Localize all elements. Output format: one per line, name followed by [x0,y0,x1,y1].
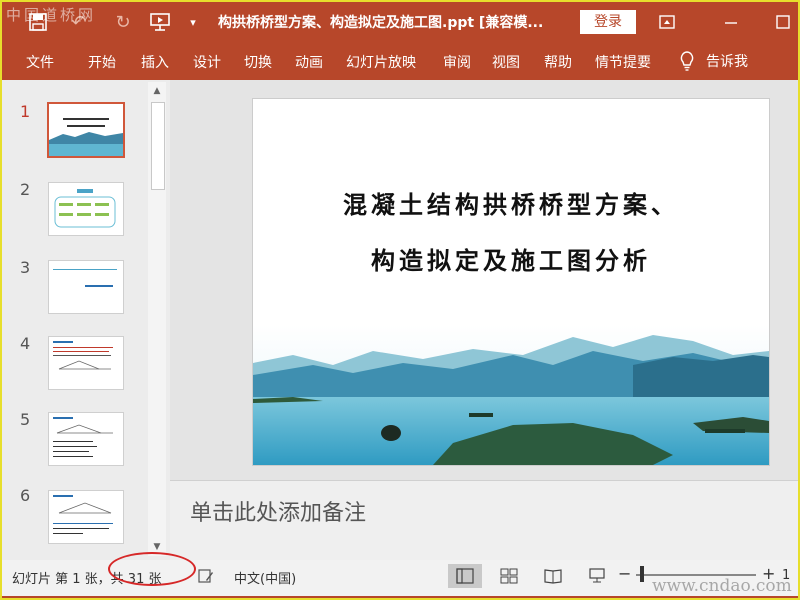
thumbnail-number: 3 [20,258,31,277]
tab-slideshow[interactable]: 幻灯片放映 [346,52,416,72]
login-button[interactable]: 登录 [580,10,636,34]
title-bar: ↶ ↻ ▾ 构拱桥桥型方案、构造拟定及施工图.ppt [兼容模... 登录 [2,2,798,42]
tell-me-search[interactable]: 告诉我 [680,50,748,72]
thumbnail-number: 2 [20,180,31,199]
ribbon-tabs: 文件 开始 插入 设计 切换 动画 幻灯片放映 审阅 视图 帮助 情节提要 告诉… [2,42,798,80]
current-slide[interactable]: 混凝土结构拱桥桥型方案、 构造拟定及施工图分析 [252,98,770,466]
reading-view-icon[interactable] [536,564,570,588]
slide-editor: 混凝土结构拱桥桥型方案、 构造拟定及施工图分析 [170,80,798,480]
tab-insert[interactable]: 插入 [141,52,169,72]
slide-sorter-view-icon[interactable] [492,564,526,588]
tab-design[interactable]: 设计 [193,52,221,72]
slide-thumbnail-4[interactable] [48,336,124,390]
present-from-start-icon[interactable] [148,12,172,32]
zoom-out-button[interactable]: − [618,564,631,583]
tab-review[interactable]: 审阅 [443,52,471,72]
slide-title-line2[interactable]: 构造拟定及施工图分析 [253,241,769,276]
tab-transitions[interactable]: 切换 [244,52,272,72]
thumbnail-number: 4 [20,334,31,353]
language-indicator[interactable]: 中文(中国) [234,568,296,587]
watermark-bottom-right: www.cndao.com [652,576,792,596]
thumbnail-number: 5 [20,410,31,429]
slide-thumbnail-5[interactable] [48,412,124,466]
minimize-icon[interactable] [724,12,738,32]
ribbon-display-options-icon[interactable] [658,12,676,32]
tab-storyboard[interactable]: 情节提要 [595,52,651,72]
slide-thumbnail-6[interactable] [48,490,124,544]
lightbulb-icon [680,51,694,71]
thumbnail-number: 1 [20,102,31,121]
scroll-up-arrow-icon[interactable]: ▲ [148,82,166,100]
slideshow-view-icon[interactable] [580,564,614,588]
thumbnail-number: 6 [20,486,31,505]
customize-quick-access-chevron-icon[interactable]: ▾ [186,12,200,32]
annotation-oval [108,552,196,586]
tell-me-label: 告诉我 [706,54,748,70]
thumbnail-scrollbar[interactable]: ▲ ▼ [148,82,166,556]
scrollbar-thumb[interactable] [151,102,165,190]
tab-help[interactable]: 帮助 [544,52,572,72]
slide-thumbnail-1[interactable] [47,102,125,158]
slide-thumbnail-2[interactable] [48,182,124,236]
normal-view-icon[interactable] [448,564,482,588]
zoom-slider-thumb[interactable] [640,566,644,582]
slide-thumbnail-3[interactable] [48,260,124,314]
tab-view[interactable]: 视图 [492,52,520,72]
notes-placeholder[interactable]: 单击此处添加备注 [190,495,366,527]
watermark-top-left: 中国道桥网 [6,6,97,24]
slide-title-line1[interactable]: 混凝土结构拱桥桥型方案、 [253,185,769,220]
tab-home[interactable]: 开始 [88,52,116,72]
redo-icon[interactable]: ↻ [114,12,132,33]
landscape-image [253,325,769,465]
tab-file[interactable]: 文件 [26,52,54,72]
maximize-icon[interactable] [776,12,790,32]
accessibility-check-icon[interactable] [198,568,214,588]
notes-pane[interactable]: 单击此处添加备注 [170,480,798,561]
document-title: 构拱桥桥型方案、构造拟定及施工图.ppt [兼容模... [218,15,544,31]
tab-animations[interactable]: 动画 [295,52,323,72]
slide-thumbnail-pane: 1 2 3 4 5 6 ▲ ▼ [2,80,170,560]
